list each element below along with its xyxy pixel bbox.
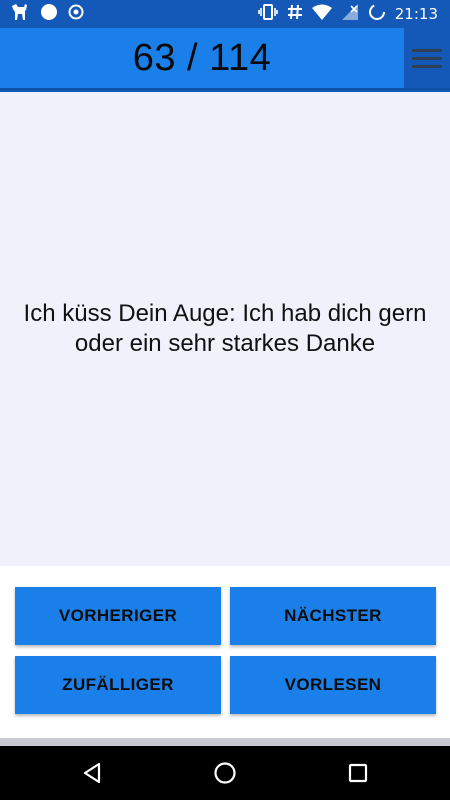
phrase-text: Ich küss Dein Auge: Ich hab dich gern od… — [23, 300, 427, 357]
battery-icon — [368, 3, 386, 26]
home-icon — [214, 762, 236, 784]
home-button[interactable] — [211, 759, 239, 787]
phrase-counter: 63 / 114 — [132, 36, 272, 79]
dog-icon — [10, 3, 30, 26]
back-icon — [83, 762, 101, 784]
signal-icon — [341, 3, 359, 26]
target-icon — [68, 4, 84, 25]
read-aloud-button[interactable]: VORLESEN — [230, 656, 436, 714]
next-button[interactable]: NÄCHSTER — [230, 587, 436, 645]
status-time: 21:13 — [394, 5, 438, 23]
random-button[interactable]: ZUFÄLLIGER — [15, 656, 221, 714]
divider — [0, 738, 450, 746]
recents-icon — [348, 763, 368, 783]
wifi-icon — [311, 4, 332, 25]
status-bar: 21:13 — [0, 0, 450, 28]
hash-icon — [287, 3, 303, 26]
status-left-icons — [10, 3, 84, 26]
counter-area: 63 / 114 — [0, 28, 404, 88]
button-panel: VORHERIGER NÄCHSTER ZUFÄLLIGER VORLESEN — [0, 566, 450, 738]
back-button[interactable] — [78, 759, 106, 787]
hamburger-menu-icon — [412, 44, 442, 73]
previous-button[interactable]: VORHERIGER — [15, 587, 221, 645]
navigation-bar — [0, 746, 450, 800]
status-right-icons: 21:13 — [257, 3, 438, 26]
menu-button[interactable] — [404, 28, 450, 88]
phrase-card: Ich küss Dein Auge: Ich hab dich gern od… — [0, 92, 450, 566]
recents-button[interactable] — [344, 759, 372, 787]
app-bar: 63 / 114 — [0, 28, 450, 90]
vibrate-icon — [257, 3, 278, 26]
circle-icon — [40, 3, 58, 26]
